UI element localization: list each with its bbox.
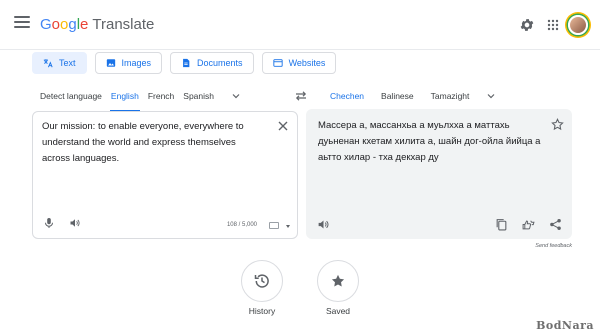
- target-lang-tamazight[interactable]: Tamazight: [431, 91, 470, 101]
- account-avatar[interactable]: [568, 15, 588, 35]
- history-label: History: [248, 306, 276, 316]
- source-lang-spanish[interactable]: Spanish: [183, 91, 214, 101]
- product-name: Translate: [92, 16, 155, 33]
- mode-text-button[interactable]: Text: [32, 52, 87, 74]
- share-icon[interactable]: [549, 218, 562, 231]
- saved-label: Saved: [325, 306, 351, 316]
- gear-icon[interactable]: [518, 16, 536, 34]
- main-menu-icon[interactable]: [14, 16, 30, 32]
- translate-icon: [43, 59, 53, 68]
- character-count: 108 / 5,000: [226, 222, 257, 228]
- microphone-icon[interactable]: [43, 217, 55, 229]
- source-text-area[interactable]: Our mission: to enable everyone, everywh…: [32, 111, 298, 239]
- target-lang-balinese[interactable]: Balinese: [381, 91, 414, 101]
- listen-translation-speaker-icon[interactable]: [317, 218, 330, 231]
- copy-icon[interactable]: [495, 218, 508, 231]
- source-more-languages-chevron-down-icon[interactable]: [231, 91, 241, 101]
- source-language-bar: Detect language English French Spanish: [40, 88, 241, 112]
- swap-languages-icon[interactable]: [294, 90, 308, 102]
- mode-documents-button[interactable]: Documents: [170, 52, 254, 74]
- document-icon: [183, 58, 190, 68]
- keyboard-icon[interactable]: [269, 222, 279, 229]
- save-translation-star-icon[interactable]: [551, 118, 564, 131]
- mode-images-button[interactable]: Images: [94, 52, 163, 74]
- target-language-bar: Chechen Balinese Tamazight: [330, 88, 496, 112]
- saved-star-icon: [331, 274, 345, 287]
- source-lang-detect[interactable]: Detect language: [40, 91, 102, 101]
- app-logo[interactable]: Google Translate: [40, 16, 154, 33]
- history-button[interactable]: [241, 260, 283, 302]
- target-lang-chechen[interactable]: Chechen: [330, 91, 364, 101]
- google-wordmark: Google: [40, 16, 89, 33]
- target-more-languages-chevron-down-icon[interactable]: [486, 91, 496, 101]
- source-lang-french[interactable]: French: [148, 91, 174, 101]
- source-lang-english[interactable]: English: [111, 91, 139, 101]
- send-feedback-link[interactable]: Send feedback: [535, 243, 572, 249]
- mode-tabs: Text Images Documents Websites: [32, 52, 337, 74]
- translation-output-area: Массера а, массанхьа а муьлхха а маттахь…: [306, 109, 572, 239]
- mode-websites-button[interactable]: Websites: [261, 52, 337, 74]
- translation-text: Массера а, массанхьа а муьлхха а маттахь…: [318, 120, 541, 163]
- clear-text-close-icon[interactable]: [277, 120, 289, 132]
- rate-translation-thumbs-icon[interactable]: [522, 218, 535, 231]
- website-icon: [272, 59, 283, 67]
- source-text[interactable]: Our mission: to enable everyone, everywh…: [42, 119, 262, 167]
- apps-grid-icon[interactable]: [544, 16, 562, 34]
- listen-speaker-icon[interactable]: [69, 217, 81, 229]
- input-tools-caret-icon[interactable]: [286, 225, 290, 228]
- app-header: Google Translate: [0, 0, 600, 50]
- history-clock-icon: [254, 274, 269, 288]
- saved-button[interactable]: [317, 260, 359, 302]
- watermark: BodNara: [536, 319, 594, 332]
- image-icon: [106, 59, 115, 67]
